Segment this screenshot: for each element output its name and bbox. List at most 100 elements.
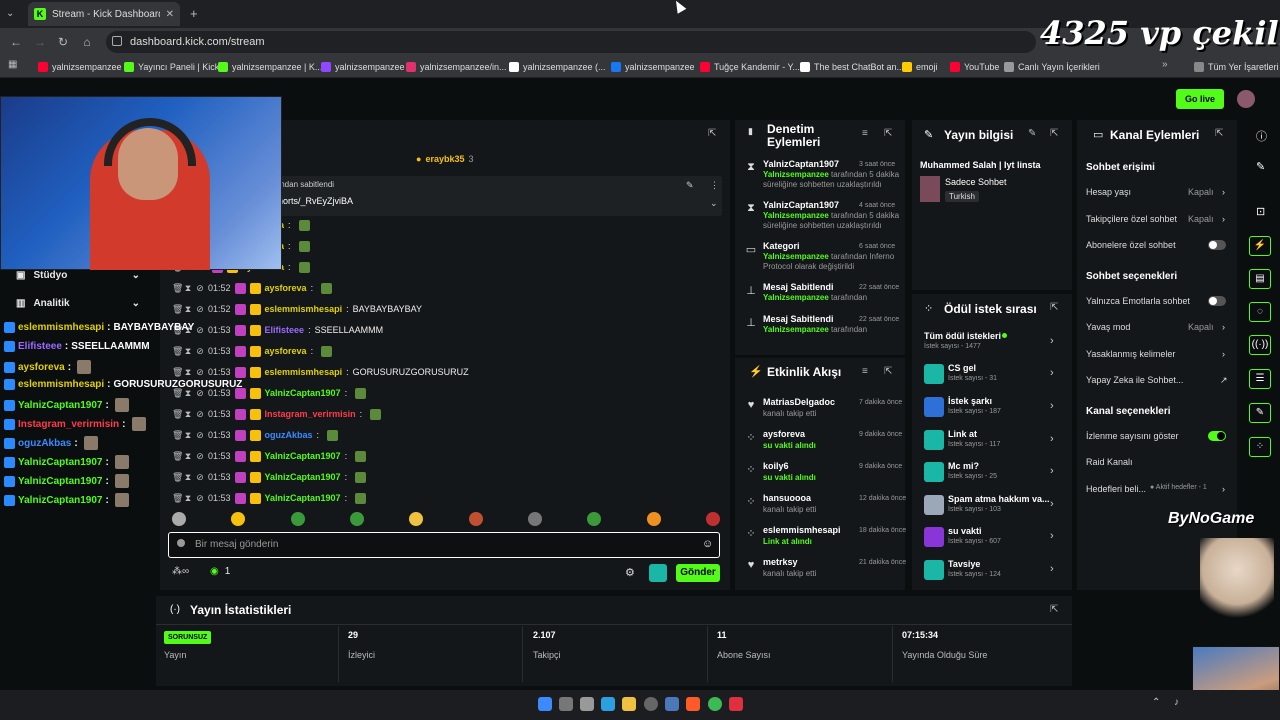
moderation-item[interactable]: Kategori 6 saat önce Yalnizsempanzee taraf… — [763, 241, 901, 279]
delete-icon[interactable]: 🗑 — [172, 409, 183, 420]
chat-username[interactable]: YalnizCaptan1907 — [265, 472, 341, 482]
emote-icon[interactable] — [705, 512, 720, 526]
emote-icon[interactable] — [290, 512, 305, 526]
bookmark-item[interactable]: #9146ff yalnizsempanzee — [321, 59, 405, 75]
chat-username[interactable]: eslemmismhesapi — [265, 304, 343, 314]
delete-icon[interactable]: 🗑 — [172, 283, 183, 294]
emote-icon[interactable] — [172, 512, 186, 526]
pinned-link[interactable]: horts/_RvEyZjviBA — [278, 196, 353, 206]
rail-reward-icon[interactable]: ⁘ — [1249, 437, 1271, 457]
chat-settings-gear-icon[interactable]: ⚙ — [625, 566, 635, 579]
rail-wrench-icon[interactable]: ✎ — [1249, 403, 1271, 423]
home-icon[interactable]: ⌂ — [79, 34, 95, 50]
bot-icon[interactable] — [649, 564, 667, 582]
delete-icon[interactable]: 🗑 — [172, 430, 183, 441]
pin-icon[interactable]: ✎ — [686, 180, 694, 191]
chat-username[interactable]: aysforeva — [265, 346, 307, 356]
ban-icon[interactable]: ⊘ — [196, 472, 204, 483]
activity-item[interactable]: aysforeva 9 dakika önce su vakti alındı — [763, 429, 902, 451]
bookmark-item[interactable]: #ff0033 Tuğçe Kandemir - Y... — [700, 59, 800, 75]
popout-icon[interactable]: ⇱ — [1215, 128, 1223, 139]
delete-icon[interactable]: 🗑 — [172, 493, 183, 504]
followers-only-setting[interactable]: Takipçilere özel sohbet Kapalı › — [1086, 214, 1231, 224]
show-viewers-toggle[interactable] — [1208, 431, 1226, 441]
chat-username[interactable]: aysforeva — [265, 283, 307, 293]
activity-item[interactable]: metrksy 21 dakika önce kanalı takip etti — [763, 557, 906, 579]
chrome-icon[interactable] — [708, 697, 722, 711]
moderation-item[interactable]: Mesaj Sabitlendi 22 saat önce Yalnizsempan… — [763, 314, 901, 352]
chevron-down-icon[interactable]: ⌄ — [710, 198, 718, 209]
chat-message[interactable]: 🗑 ⧗ ⊘ 01:52 eslemmismhesapi: BAYBAYBAYBAY — [172, 300, 437, 318]
url-input[interactable]: dashboard.kick.com/stream — [106, 31, 1036, 53]
timeout-hourglass-icon[interactable]: ⧗ — [184, 346, 192, 357]
slow-mode-setting[interactable]: Yavaş mod Kapalı › — [1086, 322, 1231, 332]
chat-message[interactable]: 🗑 ⧗ ⊘ 01:52 aysforeva: — [172, 279, 333, 297]
widgets-icon[interactable] — [601, 697, 615, 711]
screen-icon[interactable]: ⊡ — [1256, 205, 1265, 218]
bookmark-item[interactable]: #e1306c yalnizsempanzee/in... — [406, 59, 507, 75]
forward-arrow-icon[interactable]: → — [32, 34, 48, 50]
reward-item[interactable]: #2f6fd8 İstek şarkı İstek sayısı - 187 › — [924, 395, 1064, 421]
emote-icon[interactable] — [527, 512, 542, 526]
timeout-hourglass-icon[interactable]: ⧗ — [184, 283, 192, 294]
reward-item[interactable]: #8a35d8 su vakti İstek sayısı - 607 › — [924, 525, 1064, 551]
chat-message[interactable]: 🗑 ⧗ ⊘ 01:53 aysforeva: — [172, 342, 333, 360]
timeout-hourglass-icon[interactable]: ⧗ — [184, 367, 192, 378]
avatar[interactable] — [1237, 90, 1255, 108]
reward-item[interactable]: #1ab6a6 Link at İstek sayısı - 117 › — [924, 428, 1064, 454]
emote-icon[interactable] — [587, 512, 602, 526]
folder-icon[interactable] — [622, 697, 636, 711]
bookmark-item[interactable]: #ffffff The best ChatBot an... — [800, 59, 904, 75]
chat-username[interactable]: eslemmismhesapi — [265, 367, 343, 377]
site-info-icon[interactable] — [112, 36, 122, 46]
timeout-hourglass-icon[interactable]: ⧗ — [184, 304, 192, 315]
emote-icon[interactable] — [409, 512, 424, 526]
delete-icon[interactable]: 🗑 — [172, 472, 183, 483]
back-arrow-icon[interactable]: ← — [8, 34, 24, 50]
chat-username[interactable]: YalnizCaptan1907 — [265, 388, 341, 398]
raid-channel-setting[interactable]: Raid Kanalı — [1086, 457, 1231, 467]
delete-icon[interactable]: 🗑 — [172, 451, 183, 462]
chat-message-input[interactable]: Bir mesaj gönderin — [168, 532, 720, 558]
settings-icon[interactable] — [644, 697, 658, 711]
goals-setting[interactable]: Hedefleri beli... ● Aktif hedefler - 1 › — [1086, 484, 1231, 494]
moderation-item[interactable]: YalnizCaptan1907 3 saat önce Yalnizsempanz… — [763, 159, 901, 197]
all-bookmarks-link[interactable]: Tüm Yer İşaretleri — [1194, 59, 1279, 75]
popout-icon[interactable]: ⇱ — [708, 128, 716, 139]
chat-message[interactable]: 🗑 ⧗ ⊘ 01:53 Instagram_verirmisin: — [172, 405, 382, 423]
chat-username[interactable]: Elifisteee — [265, 325, 305, 335]
timeout-hourglass-icon[interactable]: ⧗ — [184, 472, 192, 483]
task-view-icon[interactable] — [559, 697, 573, 711]
new-tab-icon[interactable]: + — [190, 6, 198, 21]
reload-icon[interactable]: ↻ — [55, 34, 71, 50]
brave-icon[interactable] — [686, 697, 700, 711]
emote-only-toggle[interactable] — [1208, 296, 1226, 306]
chat-message[interactable]: 🗑 ⧗ ⊘ 01:53 YalnizCaptan1907: — [172, 489, 367, 507]
edit-pencil-icon[interactable]: ✎ — [1028, 128, 1036, 139]
popout-icon[interactable]: ⇱ — [1050, 302, 1058, 313]
ban-icon[interactable]: ⊘ — [196, 451, 204, 462]
info-icon[interactable]: ⓘ — [1256, 128, 1267, 144]
tab-list-chevron-icon[interactable]: ⌄ — [6, 8, 14, 19]
ban-icon[interactable]: ⊘ — [196, 493, 204, 504]
activity-item[interactable]: MatriasDelgadoc 7 dakika önce kanalı takip… — [763, 397, 902, 419]
apps-grid-icon[interactable]: ▦ — [8, 59, 17, 70]
emote-icon[interactable] — [468, 512, 483, 526]
chat-username[interactable]: YalnizCaptan1907 — [265, 451, 341, 461]
chat-username[interactable]: Instagram_verirmisin — [265, 409, 356, 419]
bookmark-item[interactable]: #ffcc00 emoji — [902, 59, 938, 75]
filter-icon[interactable]: ≡ — [862, 128, 868, 139]
chat-message[interactable]: 🗑 ⧗ ⊘ 01:53 YalnizCaptan1907: — [172, 447, 367, 465]
emoji-picker-icon[interactable]: ☺ — [702, 538, 713, 550]
activity-item[interactable]: koily6 9 dakika önce su vakti alındı — [763, 461, 902, 483]
rail-doc-icon[interactable]: ▤ — [1249, 269, 1271, 289]
bookmark-item[interactable]: #53fc18 Yayıncı Paneli | Kick — [124, 59, 219, 75]
all-rewards-item[interactable]: Tüm ödül istekleri İstek sayısı - 1477 › — [924, 331, 1064, 355]
reward-item[interactable]: #1ab6a6 Mc mi? İstek sayısı - 25 › — [924, 460, 1064, 486]
close-tab-icon[interactable]: ✕ — [166, 9, 174, 20]
bookmark-item[interactable]: #ffffff yalnizsempanzee (... — [509, 59, 606, 75]
timeout-hourglass-icon[interactable]: ⧗ — [184, 451, 192, 462]
ban-icon[interactable]: ⊘ — [196, 346, 204, 357]
ban-icon[interactable]: ⊘ — [196, 325, 204, 336]
go-live-button[interactable]: Go live — [1176, 89, 1224, 109]
